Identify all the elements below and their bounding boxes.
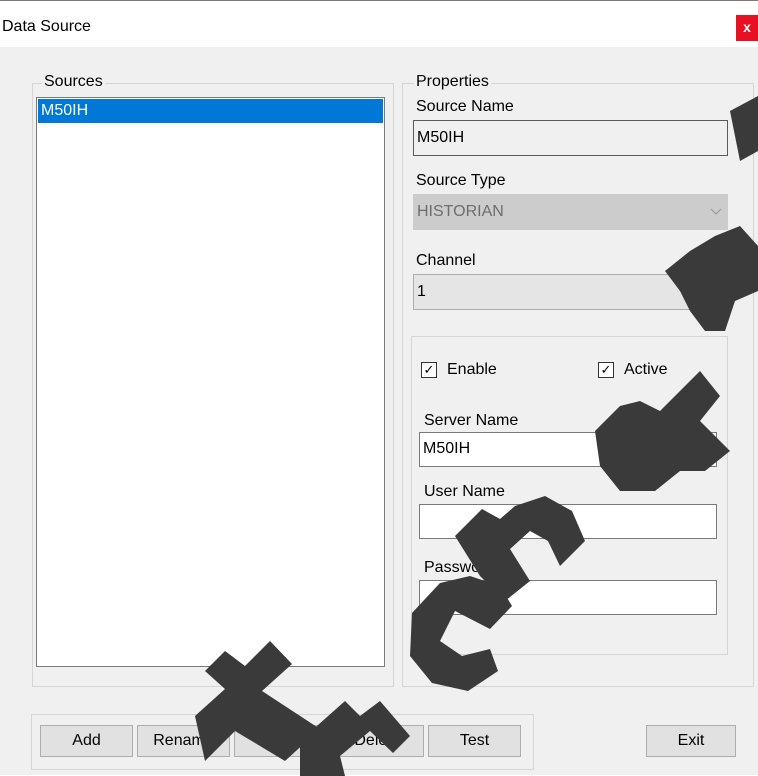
close-icon: x bbox=[743, 19, 751, 35]
window-title: Data Source bbox=[2, 18, 91, 35]
user-name-label: User Name bbox=[424, 483, 505, 500]
properties-group-label: Properties bbox=[414, 73, 491, 91]
active-label: Active bbox=[624, 361, 668, 378]
chevron-down-icon bbox=[709, 275, 723, 309]
add-button[interactable]: Add bbox=[40, 725, 133, 757]
title-bar[interactable]: Data Source x bbox=[0, 1, 758, 47]
rename-button[interactable]: Rename bbox=[137, 725, 230, 757]
test-button[interactable]: Test bbox=[428, 725, 521, 757]
enable-label: Enable bbox=[447, 361, 497, 378]
check-icon: ✓ bbox=[421, 362, 437, 378]
sources-list[interactable]: M50IH bbox=[36, 97, 385, 667]
data-source-dialog: Data Source x Sources M50IH Properties S… bbox=[0, 0, 758, 776]
active-checkbox[interactable]: ✓ Active bbox=[598, 360, 698, 382]
list-item[interactable]: M50IH bbox=[38, 99, 383, 123]
delete-button[interactable]: Delete bbox=[331, 725, 424, 757]
channel-select[interactable]: 1 bbox=[413, 274, 728, 310]
server-name-field[interactable]: M50IH bbox=[419, 432, 717, 467]
source-name-label: Source Name bbox=[416, 98, 514, 115]
channel-label: Channel bbox=[416, 252, 476, 269]
server-name-label: Server Name bbox=[424, 412, 519, 429]
source-type-label: Source Type bbox=[416, 172, 506, 189]
update-button[interactable]: Update bbox=[234, 725, 327, 757]
source-type-select[interactable]: HISTORIAN bbox=[413, 194, 728, 230]
check-icon: ✓ bbox=[598, 362, 614, 378]
sources-group-label: Sources bbox=[42, 73, 105, 91]
password-label: Password bbox=[424, 559, 495, 576]
user-name-field[interactable] bbox=[419, 504, 717, 539]
close-button[interactable]: x bbox=[736, 15, 758, 41]
password-field[interactable] bbox=[419, 580, 717, 615]
enable-checkbox[interactable]: ✓ Enable bbox=[421, 360, 521, 382]
source-name-field[interactable]: M50IH bbox=[413, 120, 728, 156]
chevron-down-icon bbox=[709, 195, 723, 229]
exit-button[interactable]: Exit bbox=[646, 725, 736, 757]
source-type-value: HISTORIAN bbox=[417, 203, 504, 220]
channel-value: 1 bbox=[417, 283, 426, 300]
